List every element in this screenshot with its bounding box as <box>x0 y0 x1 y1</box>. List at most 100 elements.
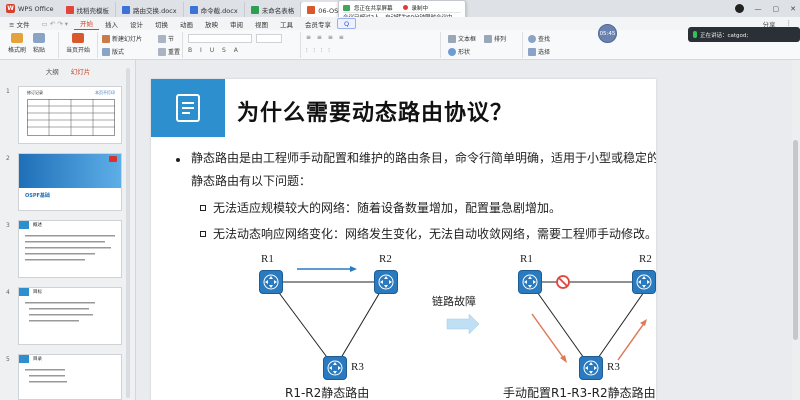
router-r2-left-icon <box>374 270 398 294</box>
play-icon <box>72 33 84 43</box>
caption-right: 手动配置R1-R3-R2静态路由 <box>503 386 656 400</box>
huawei-logo-icon <box>109 156 117 162</box>
screen-share-icon <box>343 4 350 11</box>
menu-design[interactable]: 设计 <box>124 17 149 30</box>
menu-bar: ≡ 文件 ▭ ↶ ↷ ▾ 开始 插入 设计 切换 动画 放映 审阅 视图 工具 … <box>0 17 800 30</box>
link-failure-label: 链路故障 <box>432 295 476 308</box>
menu-animation[interactable]: 动画 <box>174 17 199 30</box>
text-lines <box>25 302 95 322</box>
current-slide[interactable]: 为什么需要动态路由协议？ 静态路由是由工程师手动配置和维护的路由条目，命令行简单… <box>151 79 656 400</box>
doc-icon <box>189 5 198 14</box>
arrange-button[interactable]: 排列 <box>484 34 506 43</box>
doc-icon <box>122 5 131 14</box>
template-icon <box>65 5 74 14</box>
slide-thumbnail-3[interactable]: 概述 <box>18 220 122 278</box>
shape-button[interactable]: 形状 <box>448 47 470 56</box>
window-controls: — ▢ ✕ <box>734 0 796 17</box>
menu-insert[interactable]: 插入 <box>99 17 124 30</box>
cursor-icon <box>528 47 536 56</box>
panel-tabs: 大纲 幻灯片 <box>0 66 136 78</box>
label-r2-right: R2 <box>639 253 652 265</box>
wps-logo-icon: W <box>6 4 15 13</box>
menu-slideshow[interactable]: 放映 <box>199 17 224 30</box>
textbox-icon <box>448 34 456 43</box>
doc-tab-command-docx[interactable]: 命令截.docx <box>184 2 245 17</box>
tab-outline[interactable]: 大纲 <box>46 66 59 78</box>
paste-button[interactable]: 粘贴 <box>33 33 45 54</box>
menu-file[interactable]: ≡ 文件 <box>3 17 36 30</box>
thumb-title-icon <box>19 355 29 363</box>
slide-thumbnail-panel: 大纲 幻灯片 1 修订记录 本页不打印 2 OSPF基础 3 概述 4 目标 5… <box>0 60 136 400</box>
reset-icon <box>158 47 166 56</box>
mic-icon <box>693 31 697 38</box>
router-r1-right-icon <box>518 270 542 294</box>
label-r2-left: R2 <box>379 253 392 265</box>
wps-home-tab[interactable]: W WPS Office <box>0 0 60 17</box>
find-button[interactable]: 查找 <box>528 34 550 43</box>
shape-icon <box>448 47 456 56</box>
cover-image <box>19 154 121 188</box>
recording-icon <box>402 5 408 10</box>
text-lines <box>25 369 67 383</box>
section-button[interactable]: 节 <box>158 34 174 43</box>
menu-transition[interactable]: 切换 <box>149 17 174 30</box>
font-size-select[interactable] <box>256 34 282 43</box>
router-r2-right-icon <box>632 270 656 294</box>
text-lines <box>25 235 115 261</box>
editor-scrollbar[interactable] <box>792 60 800 400</box>
layout-icon <box>102 47 110 56</box>
quick-access-icons[interactable]: ▭ ↶ ↷ ▾ <box>36 17 75 30</box>
slide-thumbnail-1[interactable]: 修订记录 本页不打印 <box>18 86 122 144</box>
layout-button[interactable]: 版式 <box>102 47 124 56</box>
router-r3-left-icon <box>323 356 347 380</box>
reset-button[interactable]: 重置 <box>158 47 180 56</box>
arrange-icon <box>484 34 492 43</box>
doc-tab-templates[interactable]: 找稻壳模板 <box>60 2 117 17</box>
sheet-icon <box>250 5 259 14</box>
search-icon <box>528 34 536 43</box>
blocked-link-icon <box>556 275 570 289</box>
label-r1-right: R1 <box>520 253 533 265</box>
avatar[interactable] <box>734 4 744 13</box>
slide-thumbnail-4[interactable]: 目标 <box>18 287 122 345</box>
clipboard-icon <box>33 33 45 43</box>
meeting-timer-badge[interactable]: 05:45 <box>598 24 617 43</box>
caption-left: R1-R2静态路由 <box>285 386 370 400</box>
textbox-button[interactable]: 文本框 <box>448 34 476 43</box>
slide-thumbnail-2[interactable]: OSPF基础 <box>18 153 122 211</box>
app-name: WPS Office <box>18 4 54 13</box>
menu-view[interactable]: 视图 <box>249 17 274 30</box>
close-window-icon[interactable]: ✕ <box>790 5 796 13</box>
slide-thumbnail-5[interactable]: 目录 <box>18 354 122 400</box>
slide-add-icon <box>102 34 110 43</box>
section-icon <box>158 34 166 43</box>
thumb-title-icon <box>19 221 29 229</box>
menu-home[interactable]: 开始 <box>74 17 100 30</box>
menu-tools[interactable]: 工具 <box>274 17 299 30</box>
minimize-icon[interactable]: — <box>755 5 762 13</box>
thumb-title-icon <box>19 288 29 296</box>
format-painter-button[interactable]: 格式刷 <box>8 33 26 54</box>
thumbnail-scrollbar[interactable] <box>126 68 130 398</box>
paragraph-buttons[interactable]: ≡ ≡ ≡ ≡ <box>306 34 346 41</box>
speaking-indicator: 正在讲话：catgod; <box>688 27 800 42</box>
tab-slides[interactable]: 幻灯片 <box>71 66 91 78</box>
font-style-buttons[interactable]: B I U S A <box>188 47 241 54</box>
play-from-current-button[interactable]: 当页开始 <box>66 33 90 54</box>
router-r3-right-icon <box>579 356 603 380</box>
doc-tab-routing-docx[interactable]: 路由交换.docx <box>116 2 184 17</box>
router-r1-left-icon <box>259 270 283 294</box>
routing-diagram <box>270 266 652 369</box>
menu-member[interactable]: 会员专享 <box>299 17 337 30</box>
search-command-icon[interactable]: Q <box>337 18 357 29</box>
new-slide-button[interactable]: 新建幻灯片 <box>102 34 142 43</box>
font-name-select[interactable] <box>188 34 252 43</box>
ppt-icon <box>307 5 316 14</box>
maximize-icon[interactable]: ▢ <box>773 5 780 13</box>
revision-table <box>27 99 115 136</box>
label-r3-left: R3 <box>351 361 364 373</box>
align-buttons[interactable]: ⫶ ⫶ ⫶ ⫶ <box>306 47 332 55</box>
select-button[interactable]: 选择 <box>528 47 550 56</box>
doc-tab-spreadsheet[interactable]: 未命名表格 <box>245 2 302 17</box>
menu-review[interactable]: 审阅 <box>224 17 249 30</box>
